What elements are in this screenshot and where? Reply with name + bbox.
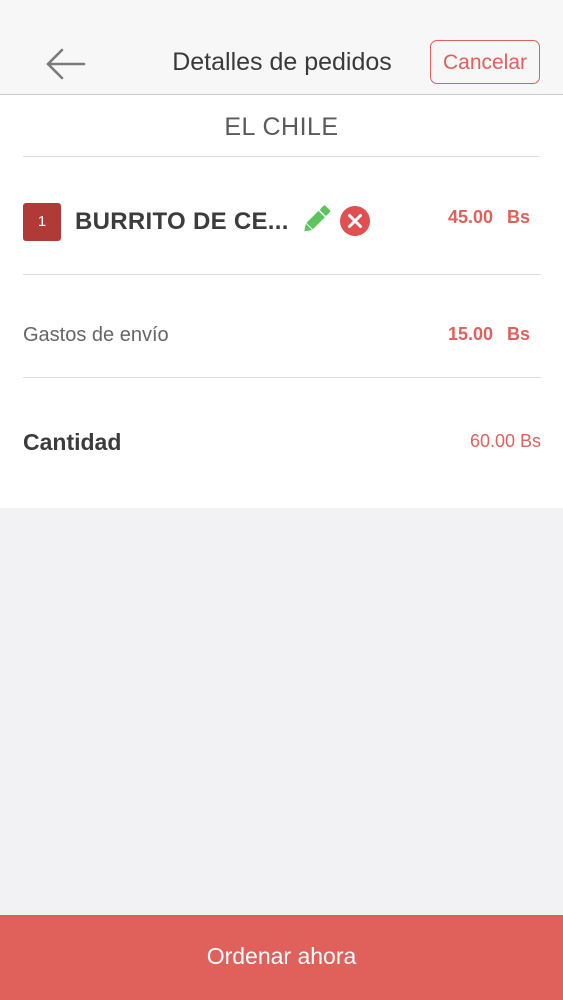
shipping-price: 15.00 Bs (420, 324, 530, 345)
total-price: 60.00 Bs (469, 431, 541, 451)
quantity-badge: 1 (23, 203, 61, 241)
edit-item-button[interactable] (298, 201, 334, 237)
total-label: Cantidad (23, 429, 122, 455)
page-title: Detalles de pedidos (172, 48, 392, 76)
remove-item-button[interactable] (339, 205, 371, 237)
divider (23, 377, 541, 378)
remove-circle-icon (340, 206, 370, 236)
store-name: EL CHILE (224, 113, 339, 141)
back-button[interactable] (36, 42, 96, 86)
divider (23, 156, 539, 157)
top-navigation-bar: Detalles de pedidos Cancelar (0, 0, 563, 95)
order-details-panel: EL CHILE 1 BURRITO DE CE... 45.00 Bs Gast (0, 95, 563, 508)
shipping-price-amount: 15.00 (447, 324, 493, 344)
item-price: 45.00 Bs (420, 207, 530, 228)
item-name: BURRITO DE CE... (75, 208, 289, 235)
back-arrow-icon (46, 48, 86, 80)
cancel-button[interactable]: Cancelar (430, 40, 540, 84)
shipping-label: Gastos de envío (23, 324, 169, 346)
order-now-button[interactable]: Ordenar ahora (0, 915, 563, 1000)
item-price-currency: Bs (506, 207, 530, 227)
item-price-amount: 45.00 (447, 207, 493, 227)
pencil-icon (304, 205, 331, 232)
shipping-price-currency: Bs (506, 324, 530, 344)
divider (23, 274, 541, 275)
